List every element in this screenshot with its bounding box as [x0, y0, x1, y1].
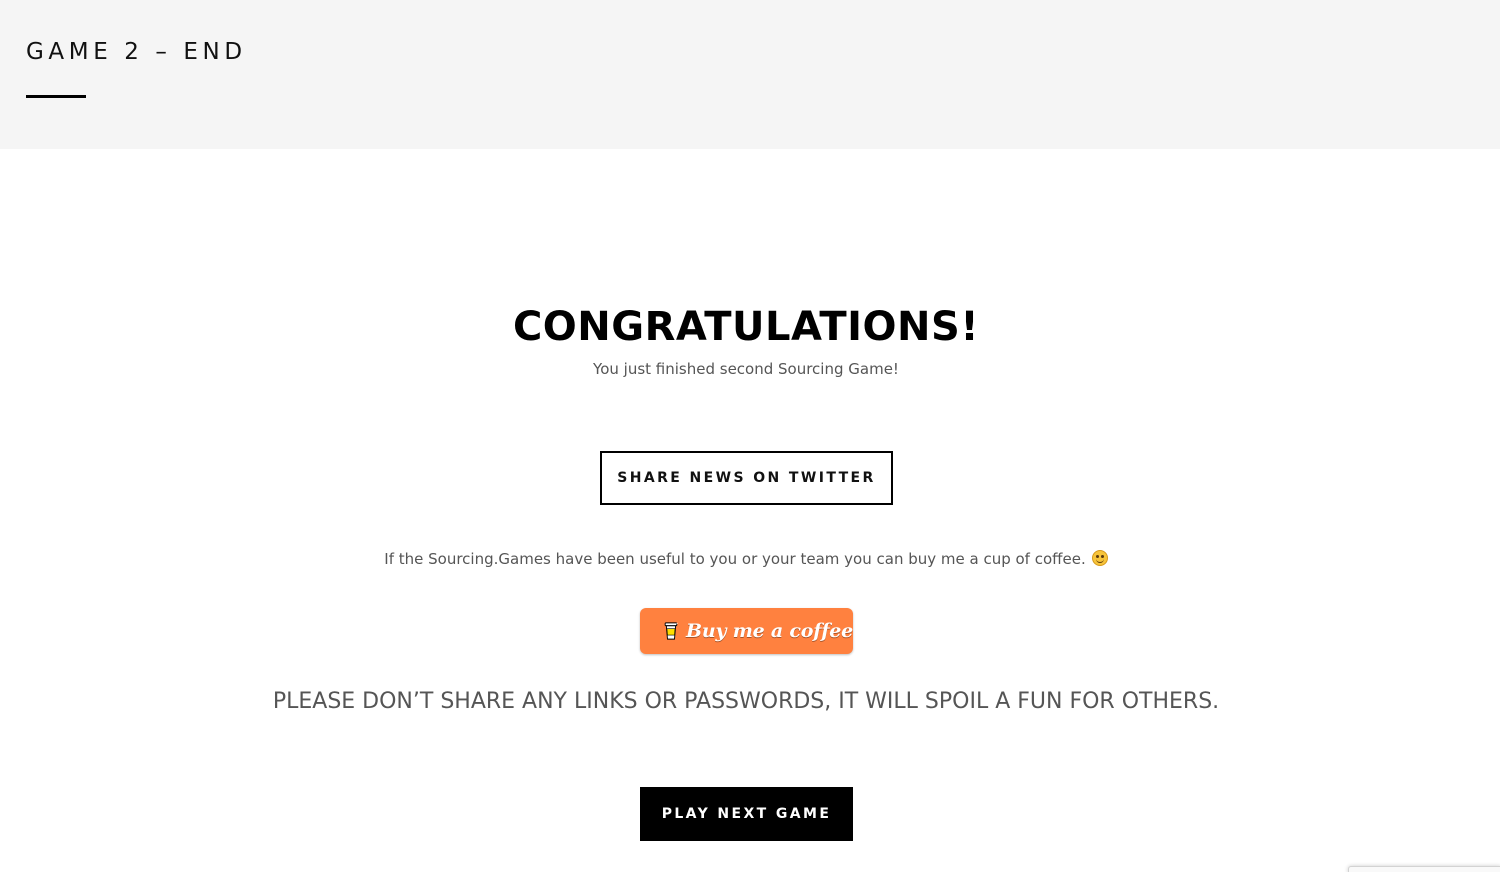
- coffee-cup-icon: [664, 622, 678, 640]
- buy-me-a-coffee-label: Buy me a coffee: [685, 620, 853, 642]
- page: GAME 2 – END CONGRATULATIONS! You just f…: [0, 0, 1500, 872]
- no-sharing-warning: PLEASE DON’T SHARE ANY LINKS OR PASSWORD…: [272, 689, 1220, 714]
- completion-message: You just finished second Sourcing Game!: [593, 360, 899, 378]
- page-header: GAME 2 – END: [0, 0, 1500, 149]
- share-on-twitter-button[interactable]: SHARE NEWS ON TWITTER: [600, 451, 893, 505]
- page-title: GAME 2 – END: [26, 39, 247, 65]
- play-next-game-button[interactable]: PLAY NEXT GAME: [640, 787, 853, 841]
- smile-icon: [1091, 550, 1108, 566]
- buy-me-a-coffee-button[interactable]: Buy me a coffee: [640, 608, 853, 654]
- coffee-message-text: If the Sourcing.Games have been useful t…: [384, 550, 1086, 568]
- play-next-game-label: PLAY NEXT GAME: [661, 806, 832, 822]
- recaptcha-badge[interactable]: [1348, 866, 1500, 872]
- coffee-message: If the Sourcing.Games have been useful t…: [0, 548, 1492, 570]
- share-on-twitter-label: SHARE NEWS ON TWITTER: [617, 470, 876, 486]
- title-underline: [26, 95, 86, 98]
- congratulations-heading: CONGRATULATIONS!: [512, 304, 980, 350]
